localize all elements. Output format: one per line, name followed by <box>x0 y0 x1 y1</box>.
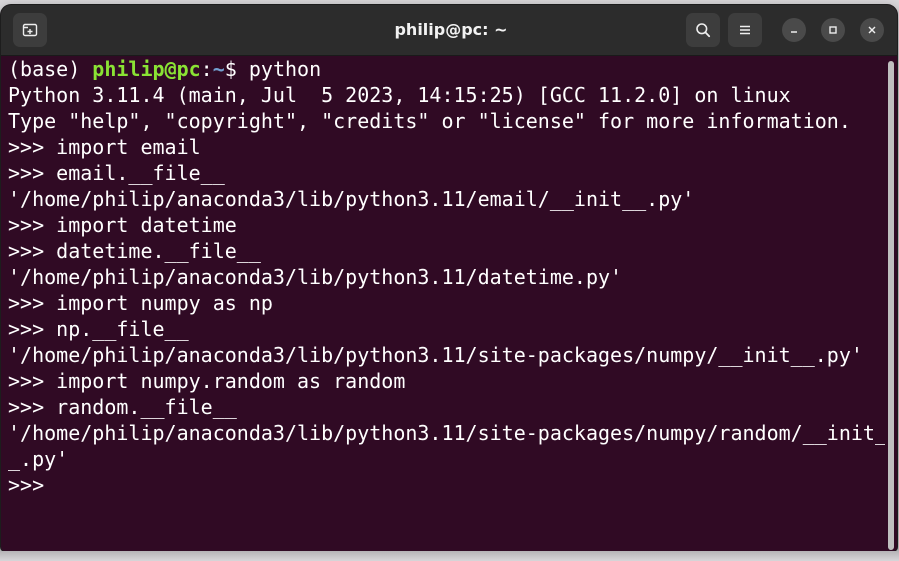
output-line: Type "help", "copyright", "credits" or "… <box>8 109 851 133</box>
title-bar[interactable]: philip@pc: ~ <box>1 5 897 56</box>
output-line: >>> import numpy.random as random <box>8 369 406 393</box>
prompt-user-host: philip@pc <box>92 57 201 81</box>
prompt-line: (base) philip@pc:~$ python <box>8 56 885 82</box>
maximize-icon <box>829 26 837 34</box>
conda-env: (base) <box>8 57 93 81</box>
new-tab-button[interactable] <box>13 13 47 47</box>
output-line: '/home/philip/anaconda3/lib/python3.11/e… <box>8 187 695 211</box>
minimize-button[interactable] <box>782 18 806 42</box>
terminal-window: philip@pc: ~ (base) philip@pc:~$ python … <box>1 5 897 551</box>
search-icon <box>696 23 711 38</box>
output-line: '/home/philip/anaconda3/lib/python3.11/s… <box>8 343 863 367</box>
window-title: philip@pc: ~ <box>394 20 508 39</box>
terminal-output[interactable]: (base) philip@pc:~$ python Python 3.11.4… <box>1 56 885 551</box>
prompt-colon: : <box>200 57 213 81</box>
repl-input-line[interactable]: >>> <box>8 472 885 498</box>
output-line: >>> datetime.__file__ <box>8 239 261 263</box>
prompt-command: python <box>248 57 322 81</box>
output-line: '/home/philip/anaconda3/lib/python3.11/s… <box>8 421 885 445</box>
minimize-icon <box>791 31 797 33</box>
output-line: >>> random.__file__ <box>8 395 237 419</box>
terminal-scrollbar[interactable] <box>888 61 894 550</box>
output-line: >>> import email <box>8 135 201 159</box>
maximize-button[interactable] <box>821 18 845 42</box>
prompt-path: ~ <box>212 57 225 81</box>
output-line: '/home/philip/anaconda3/lib/python3.11/d… <box>8 265 623 289</box>
new-tab-icon <box>22 23 38 37</box>
close-button[interactable] <box>860 18 884 42</box>
prompt-dollar: $ <box>224 57 249 81</box>
output-line: >>> email.__file__ <box>8 161 225 185</box>
search-button[interactable] <box>686 13 720 47</box>
menu-button[interactable] <box>728 13 762 47</box>
hamburger-menu-icon <box>740 25 750 35</box>
output-line: _.py' <box>8 447 69 471</box>
desktop-strip <box>0 551 899 561</box>
output-line: >>> np.__file__ <box>8 317 189 341</box>
output-line: >>> import numpy as np <box>8 291 273 315</box>
output-line: >>> import datetime <box>8 213 237 237</box>
output-line: Python 3.11.4 (main, Jul 5 2023, 14:15:2… <box>8 83 791 107</box>
close-icon <box>868 26 876 34</box>
